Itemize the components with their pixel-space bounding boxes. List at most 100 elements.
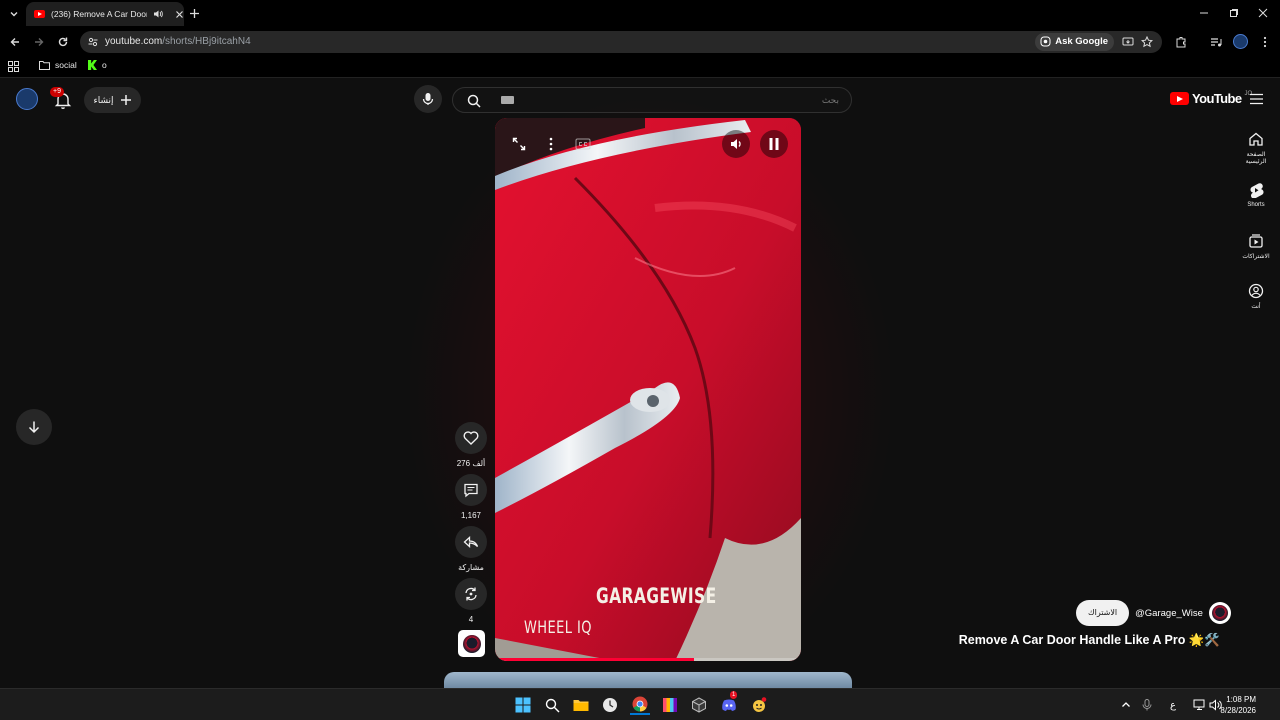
channel-row: الاشتراك @Garage_Wise: [1076, 600, 1231, 626]
plus-icon: [120, 94, 132, 106]
next-short-preview[interactable]: [444, 672, 852, 688]
ask-google-button[interactable]: Ask Google: [1035, 33, 1114, 51]
you-icon: [1248, 283, 1264, 299]
sidebar-item-label: الصفحة الرئيسية: [1245, 152, 1267, 165]
youtube-shorts-page: +9 إنشاء بحث YouTube JO الصفحة الرئيسية …: [0, 79, 1280, 689]
share-button[interactable]: [455, 526, 487, 558]
pause-button[interactable]: [760, 130, 788, 158]
bookmark-o[interactable]: o: [88, 60, 107, 70]
channel-logo-icon: [462, 634, 481, 653]
home-icon: [1248, 131, 1264, 147]
notifications-bell-icon[interactable]: +9: [50, 87, 74, 111]
guide-menu-icon[interactable]: [1250, 93, 1263, 105]
url-text: youtube.com/shorts/HBj9itcahN4: [105, 36, 251, 47]
more-options-button[interactable]: [537, 130, 565, 158]
account-avatar[interactable]: [16, 88, 38, 110]
sidebar-item-home[interactable]: الصفحة الرئيسية: [1236, 131, 1276, 165]
game-app-icon[interactable]: [749, 695, 769, 715]
tab-audio-icon[interactable]: [153, 9, 163, 19]
share-action[interactable]: مشاركة: [455, 526, 487, 572]
comment-icon: [463, 482, 479, 498]
windows-start-icon[interactable]: [513, 695, 533, 715]
address-bar[interactable]: youtube.com/shorts/HBj9itcahN4 Ask Googl…: [80, 31, 1162, 53]
channel-avatar[interactable]: [1208, 602, 1231, 624]
short-video-player[interactable]: GARAGEWISE WHEEL IQ: [495, 118, 801, 661]
sidebar-item-label: Shorts: [1247, 202, 1265, 208]
progress-track[interactable]: [495, 658, 801, 661]
channel-name[interactable]: @Garage_Wise: [1135, 608, 1203, 619]
forward-icon[interactable]: [33, 36, 45, 48]
clock-date: 8/28/2026: [1220, 706, 1256, 715]
remix-action[interactable]: 4: [455, 578, 487, 624]
site-info-icon[interactable]: [87, 36, 99, 48]
reload-icon[interactable]: [57, 36, 69, 48]
taskbar-clock[interactable]: 1:08 PM 8/28/2026: [1220, 694, 1256, 716]
browser-tabbar: (236) Remove A Car Door Handle Like A Pr…: [0, 0, 1280, 28]
overlay-sub-text: WHEEL IQ: [524, 618, 592, 638]
browser-menu-icon[interactable]: [1259, 36, 1271, 48]
fullscreen-button[interactable]: [505, 130, 533, 158]
google-lens-icon: [1040, 36, 1051, 47]
bookmark-social[interactable]: social: [39, 60, 77, 70]
captions-icon: [575, 138, 591, 150]
input-language[interactable]: ع: [1163, 695, 1183, 715]
youtube-logo-icon: [1170, 92, 1189, 105]
captions-button[interactable]: [569, 130, 597, 158]
bookmark-star-icon[interactable]: [1141, 36, 1153, 48]
extensions-icon[interactable]: [1175, 36, 1187, 48]
profile-avatar[interactable]: [1233, 34, 1248, 49]
color-app-icon[interactable]: [660, 695, 680, 715]
youtube-logo-text: YouTube: [1192, 91, 1242, 106]
url-path: /shorts/HBj9itcahN4: [162, 36, 251, 47]
volume-button[interactable]: [722, 130, 750, 158]
tab-close-icon[interactable]: [175, 10, 184, 19]
window-restore-icon[interactable]: [1229, 8, 1239, 18]
bookmark-label: o: [102, 60, 107, 70]
subscribe-button[interactable]: الاشتراك: [1076, 600, 1130, 626]
bookmarks-bar: social o: [0, 56, 1280, 78]
remix-icon: [463, 586, 479, 602]
youtube-logo[interactable]: YouTube JO: [1170, 91, 1252, 106]
cube-app-icon[interactable]: [689, 695, 709, 715]
expand-icon: [512, 137, 526, 151]
remix-count: 4: [468, 615, 474, 624]
file-explorer-icon[interactable]: [571, 695, 591, 715]
media-control-icon[interactable]: [1210, 36, 1222, 48]
sidebar-item-subscriptions[interactable]: الاشتراكات: [1236, 233, 1276, 260]
clock-time: 1:08 PM: [1226, 695, 1256, 704]
next-short-button[interactable]: [16, 409, 52, 445]
like-action[interactable]: 276 ألف: [455, 422, 487, 468]
kick-logo-icon: [88, 60, 97, 70]
tab-search-chevron-icon[interactable]: [8, 8, 20, 20]
windows-taskbar: 1 ع 1:08 PM 8/28/2026: [0, 688, 1280, 720]
pause-icon: [768, 137, 780, 151]
create-button[interactable]: إنشاء: [84, 87, 141, 113]
progress-fill: [495, 658, 694, 661]
video-frame: [495, 118, 801, 661]
apps-grid-icon[interactable]: [8, 61, 19, 72]
chrome-icon[interactable]: [630, 695, 650, 715]
window-minimize-icon[interactable]: [1199, 8, 1209, 18]
back-icon[interactable]: [9, 36, 21, 48]
install-app-icon[interactable]: [1122, 36, 1134, 48]
tray-overflow-icon[interactable]: [1116, 695, 1136, 715]
sound-thumbnail[interactable]: [458, 630, 485, 657]
comment-action[interactable]: 1,167: [455, 474, 487, 520]
sidebar-item-shorts[interactable]: Shorts: [1236, 182, 1276, 208]
sidebar-item-you[interactable]: أنت: [1236, 283, 1276, 310]
new-tab-icon[interactable]: [189, 8, 200, 19]
heart-icon: [463, 431, 479, 445]
taskbar-search-icon[interactable]: [542, 695, 562, 715]
short-title[interactable]: Remove A Car Door Handle Like A Pro 🌟🛠️: [959, 633, 1220, 648]
tray-microphone-icon[interactable]: [1137, 695, 1157, 715]
window-close-icon[interactable]: [1258, 8, 1268, 18]
discord-icon[interactable]: 1: [719, 691, 739, 715]
clock-app-icon[interactable]: [600, 695, 620, 715]
like-button[interactable]: [455, 422, 487, 454]
browser-tab-active[interactable]: (236) Remove A Car Door Handle Like A Pr…: [26, 2, 184, 26]
remix-button[interactable]: [455, 578, 487, 610]
like-count: 276 ألف: [456, 459, 486, 468]
subscriptions-icon: [1248, 233, 1264, 249]
more-vert-icon: [548, 137, 554, 151]
comment-button[interactable]: [455, 474, 487, 506]
